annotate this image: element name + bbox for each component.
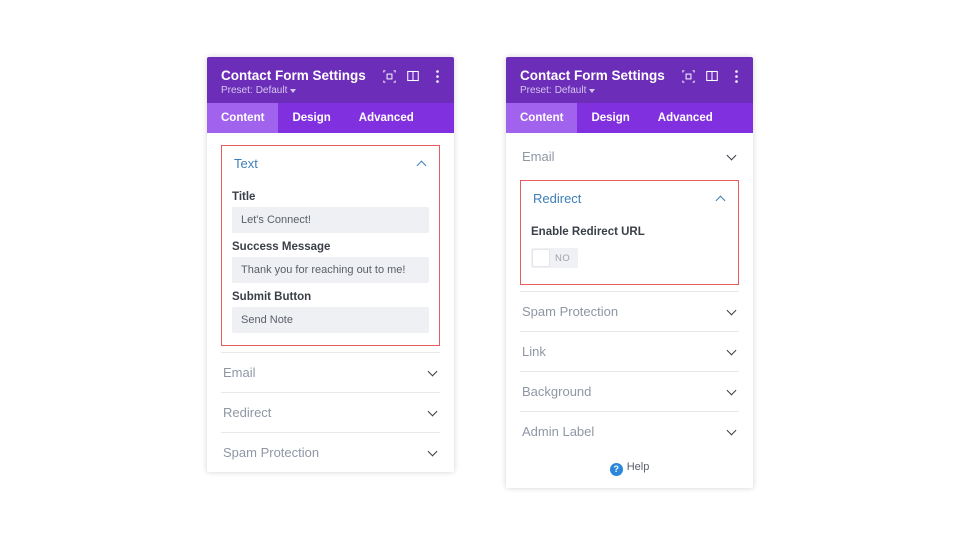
section-email: Email bbox=[520, 137, 739, 176]
section-link: Link bbox=[520, 331, 739, 371]
section-spam-head[interactable]: Spam Protection bbox=[221, 433, 440, 472]
section-redirect-title: Redirect bbox=[223, 405, 271, 420]
help-link[interactable]: ? Help bbox=[520, 451, 739, 488]
section-spam: Spam Protection bbox=[221, 432, 440, 472]
section-email-head[interactable]: Email bbox=[520, 137, 739, 176]
preset-value: Default bbox=[555, 85, 587, 96]
toggle-value: NO bbox=[551, 253, 578, 264]
section-redirect: Redirect bbox=[221, 392, 440, 432]
chevron-down-icon bbox=[727, 387, 737, 397]
enable-redirect-toggle[interactable]: NO bbox=[531, 248, 578, 268]
section-redirect-title: Redirect bbox=[533, 191, 581, 206]
field-submit-input[interactable] bbox=[232, 307, 429, 333]
field-title-label: Title bbox=[232, 191, 429, 203]
settings-panel-right: Contact Form Settings Preset: Default Co… bbox=[506, 57, 753, 488]
chevron-down-icon bbox=[428, 448, 438, 458]
chevron-down-icon bbox=[727, 307, 737, 317]
header-icons bbox=[382, 69, 444, 83]
preset-dropdown[interactable]: Preset: Default bbox=[221, 85, 440, 96]
field-success-label: Success Message bbox=[232, 241, 429, 253]
chevron-down-icon bbox=[428, 408, 438, 418]
section-spam-title: Spam Protection bbox=[522, 304, 618, 319]
preset-value: Default bbox=[256, 85, 288, 96]
section-admin-head[interactable]: Admin Label bbox=[520, 412, 739, 451]
tab-advanced[interactable]: Advanced bbox=[345, 103, 428, 133]
section-redirect-head[interactable]: Redirect bbox=[221, 393, 440, 432]
section-spam: Spam Protection bbox=[520, 291, 739, 331]
columns-icon[interactable] bbox=[406, 69, 420, 83]
panel-header: Contact Form Settings Preset: Default bbox=[506, 57, 753, 103]
help-icon: ? bbox=[610, 463, 623, 476]
panel-header: Contact Form Settings Preset: Default bbox=[207, 57, 454, 103]
section-spam-title: Spam Protection bbox=[223, 445, 319, 460]
more-icon[interactable] bbox=[729, 69, 743, 83]
expand-icon[interactable] bbox=[681, 69, 695, 83]
settings-panel-left: Contact Form Settings Preset: Default Co… bbox=[207, 57, 454, 472]
tab-bar: Content Design Advanced bbox=[506, 103, 753, 133]
section-redirect-highlight: Redirect Enable Redirect URL NO bbox=[520, 180, 739, 285]
preset-label: Preset: bbox=[221, 85, 253, 96]
section-admin-title: Admin Label bbox=[522, 424, 594, 439]
section-background-head[interactable]: Background bbox=[520, 372, 739, 411]
chevron-down-icon bbox=[727, 347, 737, 357]
section-email-title: Email bbox=[223, 365, 256, 380]
section-link-head[interactable]: Link bbox=[520, 332, 739, 371]
chevron-down-icon bbox=[727, 427, 737, 437]
preset-dropdown[interactable]: Preset: Default bbox=[520, 85, 739, 96]
tab-design[interactable]: Design bbox=[278, 103, 344, 133]
expand-icon[interactable] bbox=[382, 69, 396, 83]
section-text-title: Text bbox=[234, 156, 258, 171]
section-link-title: Link bbox=[522, 344, 546, 359]
section-email-title: Email bbox=[522, 149, 555, 164]
field-success-input[interactable] bbox=[232, 257, 429, 283]
section-spam-head[interactable]: Spam Protection bbox=[520, 292, 739, 331]
section-email: Email bbox=[221, 352, 440, 392]
caret-down-icon bbox=[589, 89, 595, 93]
panel-body: Email Redirect Enable Redirect URL NO Sp… bbox=[506, 133, 753, 488]
chevron-up-icon bbox=[716, 194, 726, 204]
toggle-knob bbox=[532, 249, 550, 267]
section-background-title: Background bbox=[522, 384, 591, 399]
section-redirect-head[interactable]: Redirect bbox=[531, 191, 728, 218]
tab-design[interactable]: Design bbox=[577, 103, 643, 133]
section-admin-label: Admin Label bbox=[520, 411, 739, 451]
header-icons bbox=[681, 69, 743, 83]
section-background: Background bbox=[520, 371, 739, 411]
caret-down-icon bbox=[290, 89, 296, 93]
tab-content[interactable]: Content bbox=[207, 103, 278, 133]
field-title-input[interactable] bbox=[232, 207, 429, 233]
chevron-down-icon bbox=[428, 368, 438, 378]
columns-icon[interactable] bbox=[705, 69, 719, 83]
section-text-highlight: Text Title Success Message Submit Button bbox=[221, 145, 440, 346]
panel-body: Text Title Success Message Submit Button… bbox=[207, 133, 454, 472]
section-text-head[interactable]: Text bbox=[232, 156, 429, 183]
more-icon[interactable] bbox=[430, 69, 444, 83]
help-label: Help bbox=[627, 461, 650, 473]
tab-bar: Content Design Advanced bbox=[207, 103, 454, 133]
chevron-up-icon bbox=[417, 159, 427, 169]
field-submit-label: Submit Button bbox=[232, 291, 429, 303]
preset-label: Preset: bbox=[520, 85, 552, 96]
enable-redirect-label: Enable Redirect URL bbox=[531, 226, 728, 238]
chevron-down-icon bbox=[727, 152, 737, 162]
section-email-head[interactable]: Email bbox=[221, 353, 440, 392]
tab-advanced[interactable]: Advanced bbox=[644, 103, 727, 133]
tab-content[interactable]: Content bbox=[506, 103, 577, 133]
